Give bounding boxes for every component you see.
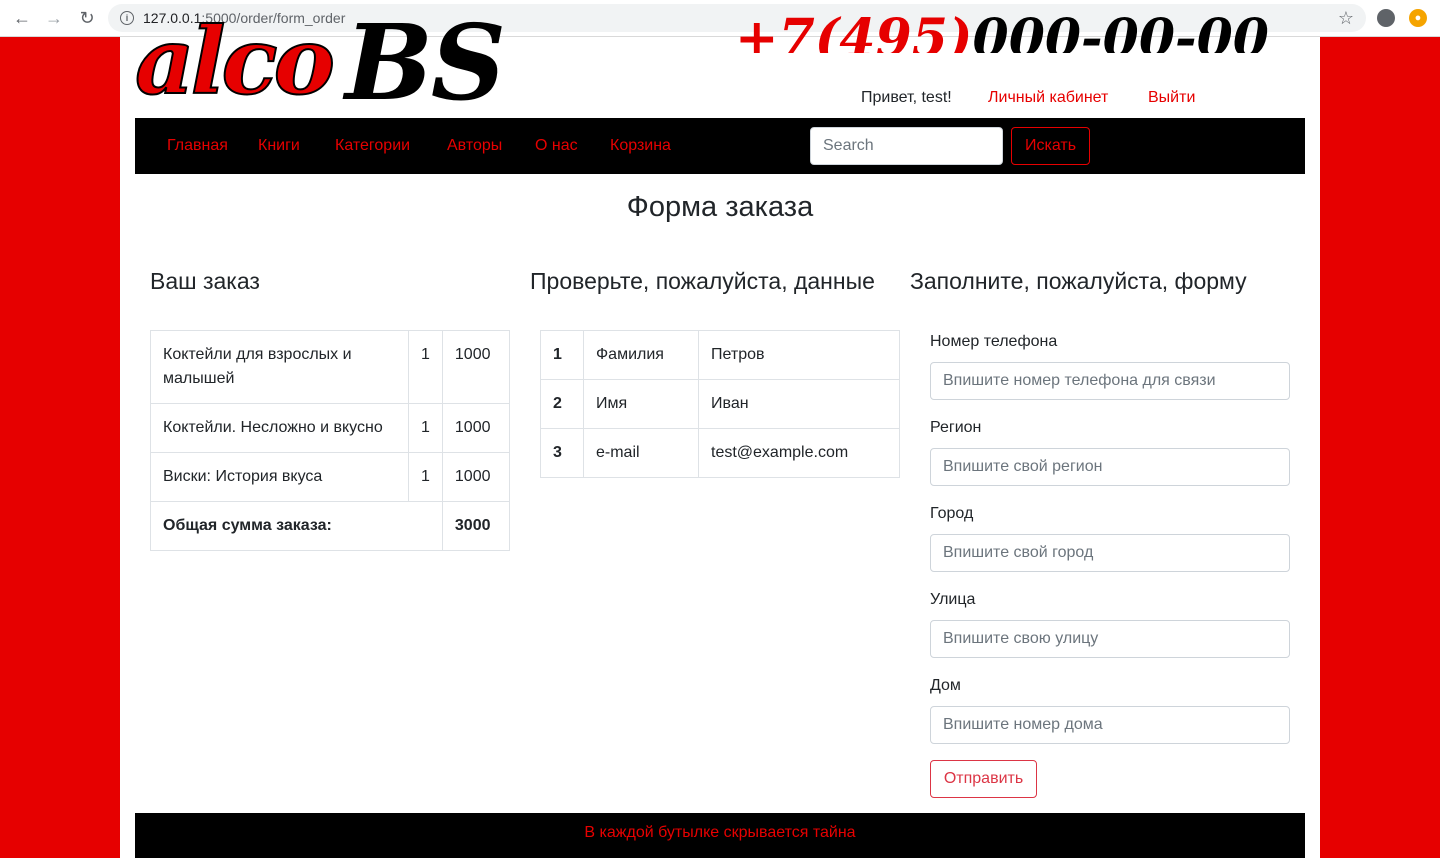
order-item-name: Виски: История вкуса [150, 452, 409, 502]
user-greeting: Привет, test! [861, 89, 952, 106]
house-label: Дом [930, 677, 961, 694]
city-input[interactable] [930, 534, 1290, 572]
bookmark-star-icon[interactable]: ☆ [1338, 8, 1354, 29]
data-row-number: 3 [540, 428, 584, 478]
street-label: Улица [930, 591, 976, 608]
region-input[interactable] [930, 448, 1290, 486]
phone-label: Номер телефона [930, 333, 1058, 350]
data-field-value: Иван [698, 379, 900, 429]
order-item-name: Коктейли. Несложно и вкусно [150, 403, 409, 453]
table-row: 2 Имя Иван [540, 379, 900, 429]
order-item-price: 1000 [441, 330, 511, 404]
phone-number: 000-00-00 [972, 13, 1269, 53]
back-arrow-icon[interactable]: ← [11, 7, 33, 29]
table-row: 3 e-mail test@example.com [540, 428, 900, 478]
nav-item-categories[interactable]: Категории [335, 137, 410, 155]
data-field-value: Петров [698, 330, 900, 380]
street-input[interactable] [930, 620, 1290, 658]
order-total-value: 3000 [441, 501, 511, 551]
nav-item-home[interactable]: Главная [167, 137, 228, 155]
reload-icon[interactable]: ↻ [76, 7, 98, 29]
region-label: Регион [930, 419, 982, 436]
data-row-number: 1 [540, 330, 584, 380]
data-field-value: test@example.com [698, 428, 900, 478]
header-phone: +7(495)000-00-00 [735, 13, 1305, 53]
main-navbar: Главная Книги Категории Авторы О нас Кор… [135, 118, 1305, 174]
phone-input[interactable] [930, 362, 1290, 400]
search-button[interactable]: Искать [1011, 127, 1090, 165]
house-input[interactable] [930, 706, 1290, 744]
nav-item-cart[interactable]: Корзина [610, 137, 671, 155]
order-section-title: Ваш заказ [150, 268, 260, 294]
submit-button[interactable]: Отправить [930, 760, 1037, 798]
nav-item-about[interactable]: О нас [535, 137, 578, 155]
footer-slogan: В каждой бутылке скрывается тайна [584, 824, 856, 841]
order-total-label: Общая сумма заказа: [150, 501, 443, 551]
order-item-qty: 1 [408, 403, 443, 453]
order-item-price: 1000 [441, 452, 511, 502]
nav-item-authors[interactable]: Авторы [447, 137, 502, 155]
page-title: Форма заказа [626, 191, 814, 223]
page-container: alco BS +7(495)000-00-00 Привет, test! Л… [120, 13, 1320, 858]
customer-data-table: 1 Фамилия Петров 2 Имя Иван 3 e-mail tes… [540, 330, 900, 478]
data-field-label: e-mail [583, 428, 699, 478]
table-row-total: Общая сумма заказа: 3000 [150, 501, 511, 551]
order-item-price: 1000 [441, 403, 511, 453]
nav-item-books[interactable]: Книги [258, 137, 300, 155]
data-row-number: 2 [540, 379, 584, 429]
data-field-label: Фамилия [583, 330, 699, 380]
logo-alco-text: alco [135, 15, 336, 110]
search-input[interactable] [810, 127, 1003, 165]
data-field-label: Имя [583, 379, 699, 429]
table-row: Коктейли. Несложно и вкусно 1 1000 [150, 403, 511, 453]
table-row: 1 Фамилия Петров [540, 330, 900, 380]
city-label: Город [930, 505, 974, 522]
info-icon[interactable]: i [120, 11, 134, 25]
order-item-qty: 1 [408, 330, 443, 404]
form-section-title: Заполните, пожалуйста, форму [910, 268, 1247, 294]
check-section-title: Проверьте, пожалуйста, данные [530, 268, 875, 294]
order-item-qty: 1 [408, 452, 443, 502]
table-row: Виски: История вкуса 1 1000 [150, 452, 511, 502]
order-item-name: Коктейли для взрослых и малышей [150, 330, 409, 404]
table-row: Коктейли для взрослых и малышей 1 1000 [150, 330, 511, 404]
extension-icon[interactable]: ● [1409, 9, 1427, 27]
order-table: Коктейли для взрослых и малышей 1 1000 К… [150, 330, 511, 551]
page-footer: В каждой бутылке скрывается тайна [135, 813, 1305, 858]
personal-account-link[interactable]: Личный кабинет [988, 89, 1108, 107]
logout-link[interactable]: Выйти [1148, 89, 1195, 107]
site-logo[interactable]: alco BS [135, 15, 525, 110]
logo-bs-text: BS [345, 15, 506, 110]
forward-arrow-icon[interactable]: → [43, 7, 65, 29]
phone-code: +7(495) [735, 13, 973, 53]
profile-avatar-icon[interactable] [1377, 9, 1395, 27]
